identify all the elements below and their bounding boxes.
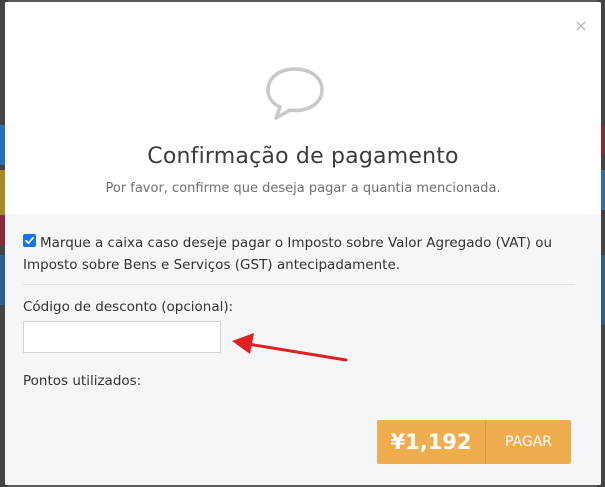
dialog-title: Confirmação de pagamento (147, 144, 459, 169)
dialog-subtitle: Por favor, confirme que deseja pagar a q… (105, 181, 501, 196)
close-button[interactable]: × (573, 18, 589, 34)
divider (23, 284, 575, 285)
check-icon (25, 236, 34, 245)
annotation-arrow-icon (232, 333, 348, 362)
vat-option: Marque a caixa caso deseje pagar o Impos… (23, 232, 575, 276)
pay-amount: ¥1,192 (390, 430, 472, 454)
pay-button[interactable]: ¥1,192 PAGAR (377, 420, 571, 464)
pay-label: PAGAR (504, 434, 553, 450)
points-used-label: Pontos utilizados: (23, 373, 142, 389)
discount-code-label: Código de desconto (opcional): (23, 299, 234, 315)
dialog-header: × Confirmação de pagamento Por favor, co… (5, 2, 601, 214)
vat-label: Marque a caixa caso deseje pagar o Impos… (23, 235, 553, 273)
vat-checkbox[interactable] (23, 234, 36, 247)
speech-bubble-icon (266, 67, 324, 120)
discount-code-input[interactable] (23, 321, 221, 353)
